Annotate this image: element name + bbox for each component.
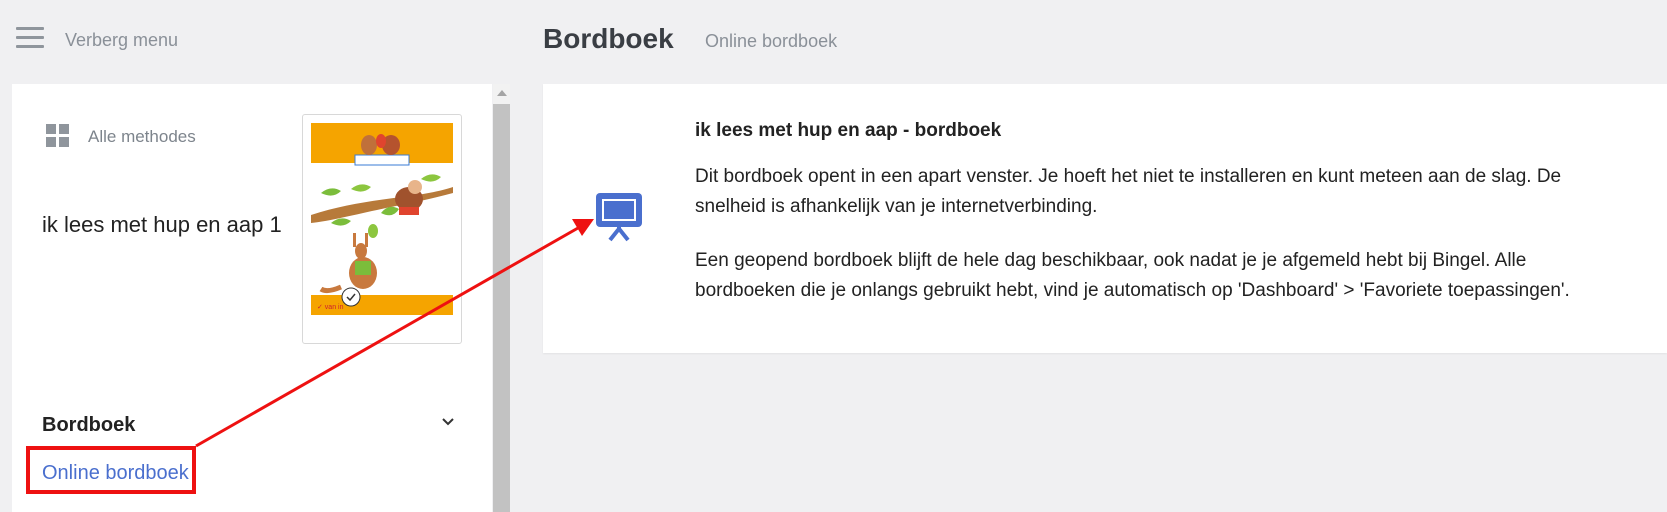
content-card: ik lees met hup en aap - bordboek Dit bo… <box>543 84 1667 353</box>
all-methods-label: Alle methodes <box>88 127 196 146</box>
top-bar: Verberg menu Bordboek Online bordboek <box>0 0 1667 80</box>
hide-menu-button[interactable]: Verberg menu <box>65 30 178 51</box>
online-bordboek-link[interactable]: Online bordboek <box>42 462 189 485</box>
scroll-up-icon[interactable] <box>497 90 507 96</box>
method-title: ik lees met hup en aap 1 <box>42 212 282 237</box>
hamburger-menu-icon[interactable] <box>16 27 44 49</box>
svg-text:✓ van in: ✓ van in <box>317 304 344 311</box>
method-cover[interactable]: ✓ van in <box>302 114 462 344</box>
book-cover-image: ✓ van in <box>311 123 453 327</box>
sidebar-scrollbar[interactable] <box>493 84 510 512</box>
presentation-board-icon[interactable] <box>593 190 645 242</box>
page-title: Bordboek <box>543 23 674 54</box>
card-title: ik lees met hup en aap - bordboek <box>695 120 1002 141</box>
card-paragraph-2: Een geopend bordboek blijft de hele dag … <box>695 250 1570 301</box>
grid-icon <box>46 124 70 148</box>
chevron-down-icon[interactable] <box>440 414 456 430</box>
scroll-thumb[interactable] <box>493 104 510 512</box>
card-paragraph-1: Dit bordboek opent in een apart venster.… <box>695 166 1562 217</box>
bordboek-section-title: Bordboek <box>42 414 136 436</box>
breadcrumb: Online bordboek <box>705 31 838 51</box>
